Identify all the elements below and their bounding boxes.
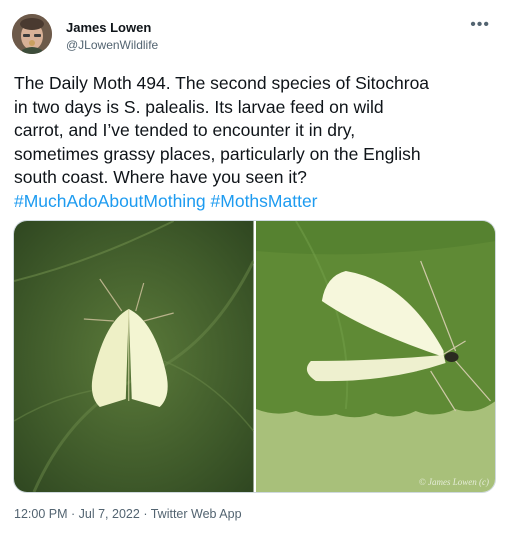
tweet-text-line: in two days is S. palealis. Its larvae f… (14, 96, 384, 117)
tweet-date[interactable]: Jul 7, 2022 (79, 507, 140, 521)
hashtag-line: #MuchAdoAboutMothing #MothsMatter (14, 190, 498, 214)
tweet-text-line: The Daily Moth 494. The second species o… (14, 73, 430, 93)
tweet-text-line: south coast. Where have you seen it? (14, 167, 307, 187)
author-display-name[interactable]: James Lowen (66, 20, 151, 35)
more-options-icon[interactable]: ••• (470, 16, 490, 34)
meta-separator: · (143, 507, 148, 521)
moth-photo-left-image (14, 221, 254, 492)
avatar[interactable] (12, 14, 52, 54)
media-grid: © James Lowen (c) (13, 220, 496, 493)
moth-photo-right-image (255, 221, 495, 492)
meta-separator: · (71, 507, 76, 521)
hashtag-muchadoaboutmothing[interactable]: #MuchAdoAboutMothing (14, 191, 206, 211)
author-handle[interactable]: @JLowenWildlife (66, 38, 158, 52)
tweet-text-line: sometimes grassy places, particularly on… (14, 143, 421, 164)
tweet-time[interactable]: 12:00 PM (14, 507, 68, 521)
photo-moth-on-leaf-right[interactable]: © James Lowen (c) (255, 221, 495, 492)
photo-watermark: © James Lowen (c) (418, 477, 489, 487)
hashtag-mothsmatter[interactable]: #MothsMatter (211, 191, 318, 211)
tweet-metadata: 12:00 PM · Jul 7, 2022 · Twitter Web App (14, 507, 242, 521)
tweet-text-line: carrot, and I’ve tended to encounter it … (14, 120, 356, 140)
tweet: James Lowen @JLowenWildlife ••• The Dail… (0, 0, 508, 536)
photo-moth-on-leaf-left[interactable] (14, 221, 254, 492)
tweet-source[interactable]: Twitter Web App (151, 507, 242, 521)
avatar-image (12, 14, 52, 54)
tweet-text: The Daily Moth 494. The second species o… (14, 72, 498, 213)
